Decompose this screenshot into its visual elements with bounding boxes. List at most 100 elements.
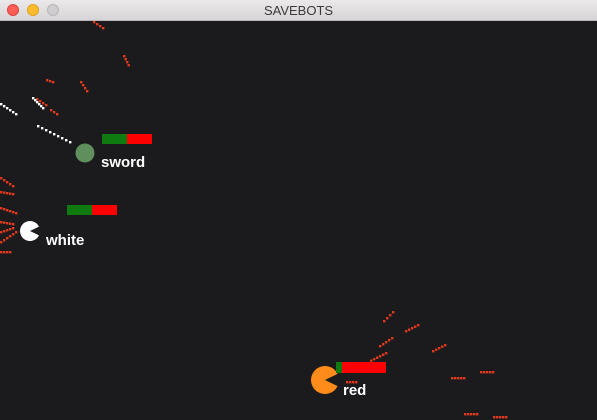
enemy-bullet-dot bbox=[473, 413, 476, 416]
enemy-bullet-dot bbox=[12, 193, 15, 196]
player-bullet-dot bbox=[65, 139, 68, 142]
enemy-bullet-dot bbox=[12, 223, 15, 226]
enemy-bullet-dot bbox=[93, 21, 96, 24]
enemy-bullet-dot bbox=[9, 183, 12, 186]
enemy-bullet-dot bbox=[6, 222, 9, 225]
enemy-bullet-dot bbox=[438, 347, 441, 350]
enemy-bullet-dot bbox=[505, 416, 508, 419]
enemy-bullet-dot bbox=[373, 358, 376, 361]
enemy-bullet-dot bbox=[3, 179, 6, 182]
enemy-bullet-dot bbox=[502, 416, 505, 419]
player-bullet-dot bbox=[15, 113, 18, 116]
enemy-bullet-dot bbox=[444, 344, 447, 347]
enemy-bullet-dot bbox=[451, 377, 454, 380]
enemy-bullet-dot bbox=[389, 314, 392, 317]
player-bullet-dot bbox=[57, 135, 60, 138]
enemy-bullet-dot bbox=[405, 330, 408, 333]
enemy-bullet-dot bbox=[385, 352, 388, 355]
enemy-bullet-dot bbox=[86, 90, 89, 93]
enemy-bullet-dot bbox=[124, 58, 127, 61]
bot-sword-body bbox=[75, 143, 95, 163]
enemy-bullet-dot bbox=[9, 228, 12, 231]
enemy-bullet-dot bbox=[499, 416, 502, 419]
enemy-bullet-dot bbox=[3, 251, 6, 254]
enemy-bullet-dot bbox=[42, 102, 45, 105]
enemy-bullet-dot bbox=[12, 211, 15, 214]
enemy-bullet-dot bbox=[470, 413, 473, 416]
enemy-bullet-dot bbox=[376, 356, 379, 359]
bot-name-red: red bbox=[343, 382, 367, 399]
enemy-bullet-dot bbox=[414, 325, 417, 328]
bot-name-sword: sword bbox=[101, 154, 146, 171]
enemy-bullet-dot bbox=[408, 328, 411, 331]
enemy-bullet-dot bbox=[385, 341, 388, 344]
enemy-bullet-dot bbox=[464, 413, 467, 416]
player-bullet-dot bbox=[61, 137, 64, 140]
bot-sword-health-damage bbox=[127, 134, 152, 144]
enemy-bullet-dot bbox=[12, 227, 15, 230]
game-arena[interactable]: sword white red bbox=[0, 21, 597, 420]
enemy-bullet-dot bbox=[391, 337, 394, 340]
enemy-bullet-dot bbox=[9, 222, 12, 225]
bot-red-health-fill bbox=[336, 362, 342, 373]
player-bullet-dot bbox=[6, 107, 9, 110]
player-bullet-dot bbox=[0, 103, 3, 106]
enemy-bullet-dot bbox=[50, 109, 53, 112]
bot-name-white: white bbox=[46, 232, 85, 249]
enemy-bullet-dot bbox=[82, 84, 85, 87]
bot-sword-health-fill bbox=[102, 134, 127, 144]
enemy-bullet-dot bbox=[15, 231, 18, 234]
enemy-bullet-dot bbox=[99, 25, 102, 28]
enemy-bullet-dot bbox=[15, 212, 18, 215]
enemy-bullet-dot bbox=[9, 251, 12, 254]
enemy-bullet-dot bbox=[0, 191, 3, 194]
enemy-bullet-dot bbox=[102, 27, 105, 30]
enemy-bullet-dot bbox=[3, 208, 6, 211]
enemy-bullet-dot bbox=[480, 371, 483, 374]
enemy-bullet-dot bbox=[9, 192, 12, 195]
enemy-bullet-dot bbox=[80, 81, 83, 84]
enemy-bullet-dot bbox=[9, 210, 12, 213]
enemy-bullet-dot bbox=[382, 343, 385, 346]
enemy-bullet-dot bbox=[0, 207, 3, 210]
enemy-bullet-dot bbox=[49, 80, 52, 83]
player-bullet-dot bbox=[3, 105, 6, 108]
bot-red-body bbox=[311, 366, 338, 394]
enemy-bullet-dot bbox=[6, 181, 9, 184]
window-title: SAVEBOTS bbox=[263, 3, 334, 18]
enemy-bullet-dot bbox=[45, 104, 48, 107]
enemy-bullet-dot bbox=[379, 345, 382, 348]
enemy-bullet-dot bbox=[476, 413, 479, 416]
enemy-bullet-dot bbox=[383, 320, 386, 323]
player-bullet-dot bbox=[49, 131, 52, 134]
enemy-bullet-dot bbox=[3, 230, 6, 233]
player-bullet-dot bbox=[9, 109, 12, 112]
enemy-bullet-dot bbox=[39, 100, 42, 103]
enemy-bullet-dot bbox=[3, 191, 6, 194]
enemy-bullet-dot bbox=[0, 177, 3, 180]
enemy-bullet-dot bbox=[486, 371, 489, 374]
enemy-bullet-dot bbox=[392, 311, 395, 314]
player-bullet-dot bbox=[41, 127, 44, 130]
enemy-bullet-dot bbox=[0, 251, 3, 254]
enemy-bullet-dot bbox=[6, 229, 9, 232]
enemy-bullet-dot bbox=[53, 111, 56, 114]
enemy-bullet-dot bbox=[6, 251, 9, 254]
enemy-bullet-dot bbox=[388, 339, 391, 342]
enemy-bullet-dot bbox=[441, 345, 444, 348]
enemy-bullet-dot bbox=[454, 377, 457, 380]
bot-white-body bbox=[19, 221, 40, 241]
enemy-bullet-dot bbox=[463, 377, 466, 380]
enemy-bullet-dot bbox=[123, 55, 126, 58]
enemy-bullet-dot bbox=[0, 221, 3, 224]
enemy-bullet-dot bbox=[493, 416, 496, 419]
enemy-bullet-dot bbox=[411, 327, 414, 330]
player-bullet-dot bbox=[69, 141, 72, 144]
enemy-bullet-dot bbox=[6, 209, 9, 212]
player-bullet-dot bbox=[37, 125, 40, 128]
enemy-bullet-dot bbox=[56, 113, 59, 116]
enemy-bullet-dot bbox=[3, 239, 6, 242]
arena-canvas bbox=[0, 21, 508, 419]
bot-white-health-damage bbox=[92, 205, 117, 215]
enemy-bullet-dot bbox=[435, 348, 438, 351]
